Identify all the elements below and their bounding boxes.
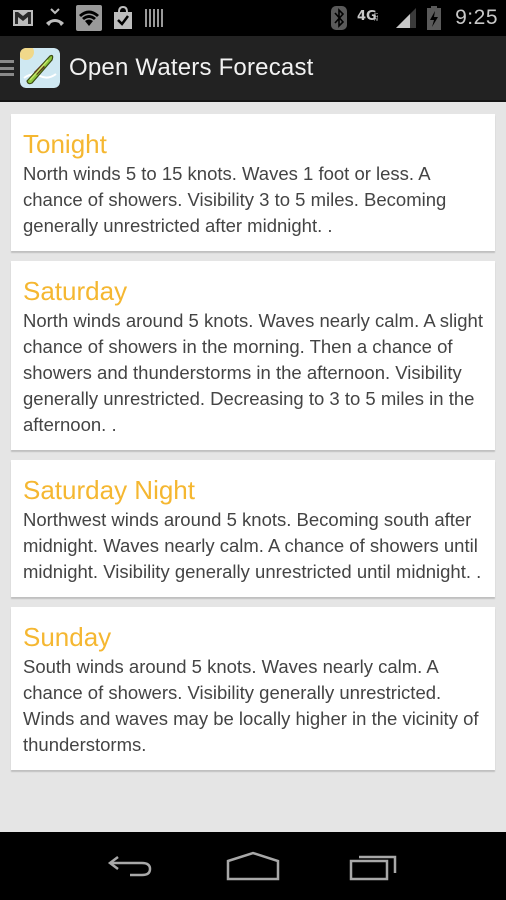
wifi-icon: [76, 5, 102, 31]
clock: 9:25: [455, 6, 498, 29]
forecast-period: Tonight: [23, 129, 107, 159]
forecast-text: North winds 5 to 15 knots. Waves 1 foot …: [23, 163, 447, 236]
back-button[interactable]: [91, 841, 171, 891]
forecast-card[interactable]: Saturday North winds around 5 knots. Wav…: [11, 261, 495, 450]
app-title: Open Waters Forecast: [69, 54, 314, 81]
status-bar: 4G LTE 9:25: [0, 0, 506, 36]
forecast-card[interactable]: Sunday South winds around 5 knots. Waves…: [11, 607, 495, 770]
recent-apps-button[interactable]: [335, 841, 415, 891]
boat-app-icon[interactable]: [20, 48, 60, 88]
forecast-text: North winds around 5 knots. Waves nearly…: [23, 310, 483, 435]
signal-icon: [395, 7, 417, 29]
missed-call-icon: [44, 7, 66, 29]
bluetooth-icon: [331, 6, 348, 30]
forecast-list[interactable]: Tonight North winds 5 to 15 knots. Waves…: [0, 102, 506, 832]
shopping-bag-icon: [112, 6, 134, 30]
back-icon: [107, 856, 152, 877]
forecast-card[interactable]: Saturday Night Northwest winds around 5 …: [11, 460, 495, 597]
system-icons: 4G LTE 9:25: [331, 6, 498, 30]
forecast-text: Northwest winds around 5 knots. Becoming…: [23, 509, 482, 582]
home-icon: [226, 851, 280, 881]
drawer-menu-icon[interactable]: [0, 57, 18, 79]
forecast-period: Sunday: [23, 622, 112, 652]
forecast-period: Saturday: [23, 276, 128, 306]
gmail-icon: [12, 9, 34, 27]
barcode-icon: [144, 7, 164, 29]
forecast-card[interactable]: Tonight North winds 5 to 15 knots. Waves…: [11, 114, 495, 251]
home-button[interactable]: [213, 841, 293, 891]
notification-icons: [12, 5, 164, 31]
4g-lte-icon: 4G LTE: [357, 7, 385, 29]
battery-charging-icon: [427, 6, 442, 30]
navigation-bar: [0, 832, 506, 900]
svg-text:LTE: LTE: [372, 13, 378, 21]
app-bar: Open Waters Forecast: [0, 36, 506, 102]
recent-apps-icon: [349, 855, 397, 881]
forecast-text: South winds around 5 knots. Waves nearly…: [23, 656, 479, 755]
forecast-period: Saturday Night: [23, 475, 195, 505]
